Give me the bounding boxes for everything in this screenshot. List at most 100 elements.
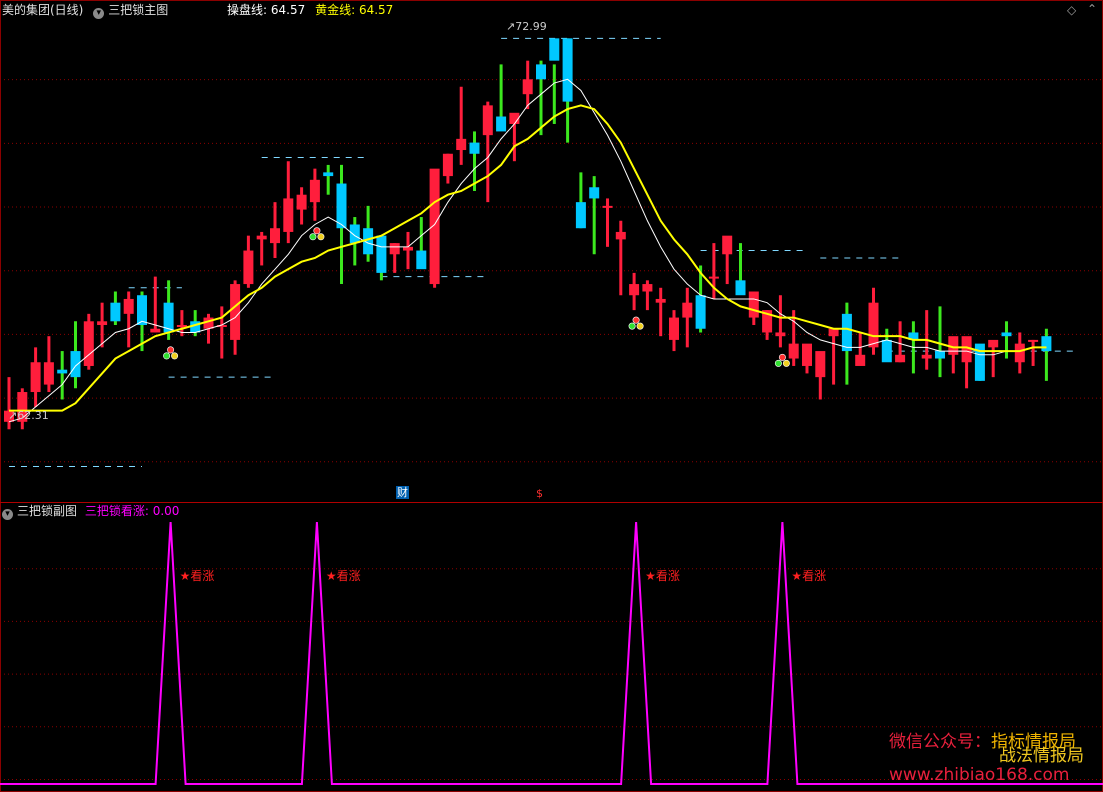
signal-ball bbox=[632, 316, 640, 324]
candle-body[interactable] bbox=[70, 351, 81, 378]
sub-panel-header: ▾ 三把锁副图 三把锁看涨: 0.00 bbox=[2, 503, 179, 520]
candle-body[interactable] bbox=[655, 298, 666, 303]
candle-body[interactable] bbox=[243, 250, 254, 285]
candle-body[interactable] bbox=[1041, 336, 1052, 352]
signal-label-kanzhang: ★看涨 bbox=[645, 568, 680, 583]
candle-body[interactable] bbox=[1001, 332, 1012, 337]
candle-body[interactable] bbox=[921, 354, 932, 359]
candle-body[interactable] bbox=[496, 116, 507, 132]
candle-body[interactable] bbox=[881, 339, 892, 363]
stock-name[interactable]: 美的集团(日线) bbox=[2, 3, 83, 17]
candle-body[interactable] bbox=[708, 276, 719, 279]
candle-body[interactable] bbox=[855, 354, 866, 366]
bullish-signal-icon bbox=[309, 227, 325, 241]
candle-body[interactable] bbox=[137, 295, 147, 326]
line2-label: 黄金线: bbox=[315, 3, 356, 17]
finance-event-marker[interactable]: 财 bbox=[396, 486, 409, 499]
candle-body[interactable] bbox=[722, 235, 733, 255]
signal-ball bbox=[317, 233, 325, 241]
candle-body[interactable] bbox=[283, 198, 294, 232]
signal-ball bbox=[163, 352, 171, 360]
candle-body[interactable] bbox=[775, 332, 786, 337]
candle-body[interactable] bbox=[30, 362, 41, 393]
candle-body[interactable] bbox=[442, 153, 453, 177]
candle-body[interactable] bbox=[602, 205, 613, 208]
indicator-menu-icon[interactable]: ▾ bbox=[93, 8, 105, 19]
candle-body[interactable] bbox=[815, 351, 826, 378]
candle-body[interactable] bbox=[669, 317, 679, 340]
candle-body[interactable] bbox=[682, 302, 693, 318]
candle-body[interactable] bbox=[988, 339, 999, 348]
bullish-signal-icon bbox=[774, 353, 790, 367]
candle-body[interactable] bbox=[309, 179, 320, 203]
candle-body[interactable] bbox=[150, 328, 161, 333]
sub-indicator-name[interactable]: 三把锁副图 bbox=[17, 504, 77, 518]
sub-indicator-menu-icon[interactable]: ▾ bbox=[2, 509, 13, 520]
candle-body[interactable] bbox=[403, 246, 413, 251]
signal-ball bbox=[313, 227, 321, 235]
watermark-url: www.zhibiao168.com bbox=[889, 765, 1070, 785]
candle-body[interactable] bbox=[336, 183, 347, 229]
candle-body[interactable] bbox=[482, 105, 493, 136]
expand-icon[interactable]: ⌃ bbox=[1087, 1, 1097, 17]
signal-ball bbox=[167, 346, 175, 354]
candle-body[interactable] bbox=[469, 142, 480, 154]
candle-body[interactable] bbox=[629, 284, 640, 296]
candle-body[interactable] bbox=[429, 168, 440, 285]
candle-body[interactable] bbox=[788, 343, 799, 359]
candle-body[interactable] bbox=[615, 231, 626, 240]
candle-body[interactable] bbox=[549, 38, 560, 61]
candle-body[interactable] bbox=[841, 313, 852, 352]
candle-body[interactable] bbox=[349, 224, 360, 244]
candle-body[interactable] bbox=[57, 369, 68, 374]
candlestick-series bbox=[4, 38, 1052, 430]
dividend-event-marker[interactable]: $ bbox=[536, 487, 543, 500]
candle-body[interactable] bbox=[416, 250, 427, 270]
signal-label-kanzhang: ★看涨 bbox=[326, 568, 361, 583]
signal-ball bbox=[628, 322, 636, 330]
candle-body[interactable] bbox=[376, 235, 387, 273]
candle-body[interactable] bbox=[270, 228, 280, 244]
candle-body[interactable] bbox=[97, 321, 108, 326]
candle-body[interactable] bbox=[868, 302, 879, 348]
candle-body[interactable] bbox=[748, 291, 759, 318]
candle-body[interactable] bbox=[895, 354, 906, 363]
main-values-header: 操盘线: 64.57 黄金线: 64.57 bbox=[227, 2, 393, 18]
ma-yellow-line bbox=[9, 104, 1047, 412]
signal-label-kanzhang: ★看涨 bbox=[180, 568, 215, 583]
watermark-wechat-label: 微信公众号： bbox=[889, 732, 991, 752]
signal-ball bbox=[636, 322, 644, 330]
candle-body[interactable] bbox=[256, 235, 267, 240]
candle-body[interactable] bbox=[110, 302, 121, 322]
diamond-icon[interactable]: ◇ bbox=[1067, 2, 1076, 18]
candle-body[interactable] bbox=[562, 38, 573, 102]
candle-body[interactable] bbox=[575, 202, 586, 229]
candle-body[interactable] bbox=[935, 351, 945, 359]
candle-body[interactable] bbox=[43, 362, 54, 385]
candle-body[interactable] bbox=[536, 64, 546, 80]
signal-ball bbox=[171, 352, 179, 360]
candle-body[interactable] bbox=[389, 243, 400, 255]
candle-body[interactable] bbox=[1028, 339, 1039, 342]
candle-body[interactable] bbox=[802, 343, 812, 366]
candle-body[interactable] bbox=[1014, 343, 1025, 363]
bullish-signal-icon bbox=[163, 346, 179, 360]
candle-body[interactable] bbox=[456, 138, 467, 151]
candle-body[interactable] bbox=[695, 295, 706, 329]
main-indicator-name[interactable]: 三把锁主图 bbox=[108, 3, 168, 17]
candle-body[interactable] bbox=[828, 328, 839, 337]
candle-body[interactable] bbox=[323, 172, 334, 177]
candle-body[interactable] bbox=[522, 79, 533, 95]
candle-body[interactable] bbox=[83, 321, 94, 366]
main-panel-header: 美的集团(日线) ▾ 三把锁主图 bbox=[2, 2, 168, 19]
candle-body[interactable] bbox=[230, 284, 241, 340]
candle-body[interactable] bbox=[589, 187, 600, 199]
kline-chart-canvas[interactable]: ★看涨 ★看涨 ★看涨 ★看涨 bbox=[0, 0, 1103, 792]
candle-body[interactable] bbox=[642, 284, 653, 292]
candle-body[interactable] bbox=[296, 194, 307, 210]
sub-series-value: 0.00 bbox=[152, 504, 180, 518]
candle-body[interactable] bbox=[735, 280, 746, 296]
candle-body[interactable] bbox=[176, 325, 187, 328]
candle-body[interactable] bbox=[123, 298, 134, 314]
ma-white-line bbox=[8, 78, 1047, 423]
